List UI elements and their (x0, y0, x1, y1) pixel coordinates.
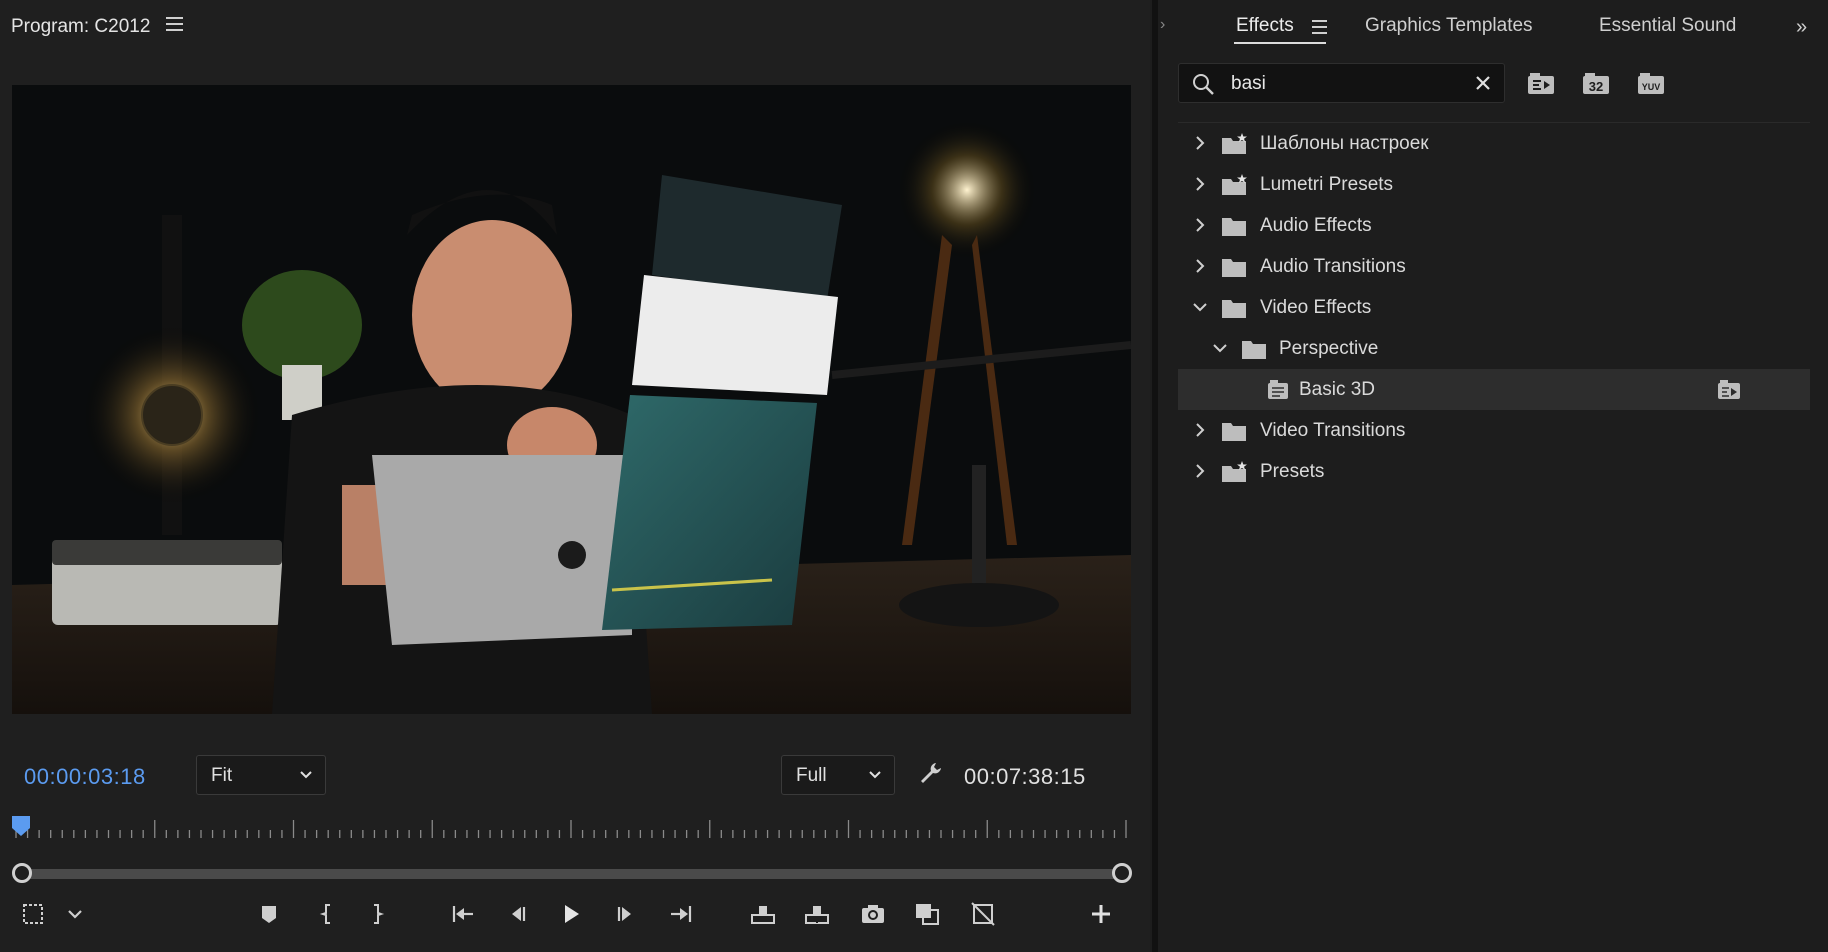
folder-icon (1222, 259, 1246, 277)
yuv-icon[interactable]: YUV (1636, 70, 1666, 98)
tab-effects[interactable]: Effects (1236, 15, 1294, 37)
tree-item-video-transitions[interactable]: Video Transitions (1178, 410, 1810, 451)
tree-item-basic-3d[interactable]: Basic 3D (1178, 369, 1810, 410)
effect-icon (1268, 380, 1288, 399)
scroll-start-handle[interactable] (12, 863, 32, 883)
export-frame-icon[interactable] (858, 899, 888, 929)
mark-out-icon[interactable] (362, 899, 392, 929)
preset-folder-icon (1222, 174, 1247, 195)
effects-panel: › Effects Graphics Templates Essential S… (1158, 0, 1828, 952)
zoom-level-value: Fit (211, 765, 233, 786)
hamburger-icon[interactable] (1312, 20, 1327, 34)
premiere-workspace: Program: C2012 00:00:03:18 Fit Full 00:0… (0, 0, 1828, 952)
chevron-right-icon[interactable] (1192, 422, 1208, 438)
folder-icon (1222, 218, 1246, 236)
tree-item-presets-ru[interactable]: Шаблоны настроек (1178, 123, 1810, 164)
32-bit-icon[interactable]: 32 (1581, 70, 1611, 98)
tree-item-label: Perspective (1279, 338, 1379, 359)
zoom-level-select[interactable]: Fit (196, 755, 326, 795)
play-icon[interactable] (556, 899, 586, 929)
go-to-out-icon[interactable] (666, 899, 696, 929)
clear-search-icon[interactable] (1474, 74, 1492, 92)
toggle-proxies-icon[interactable] (968, 899, 998, 929)
preset-folder-icon (1222, 461, 1247, 482)
tree-item-label: Video Transitions (1260, 420, 1406, 441)
folder-icon (1242, 341, 1266, 359)
tree-item-label: Audio Effects (1260, 215, 1372, 236)
scroll-end-handle[interactable] (1112, 863, 1132, 883)
chevron-right-icon[interactable] (1192, 463, 1208, 479)
mark-in-icon[interactable] (312, 899, 342, 929)
current-timecode[interactable]: 00:00:03:18 (24, 764, 146, 790)
zoom-scrollbar[interactable] (12, 863, 1134, 885)
scroll-track[interactable] (22, 869, 1122, 879)
chevron-down-icon (869, 771, 881, 779)
search-icon (1193, 74, 1214, 95)
video-frame-illustration (12, 85, 1131, 714)
step-back-icon[interactable] (503, 899, 533, 929)
tree-item-audio-transitions[interactable]: Audio Transitions (1178, 246, 1810, 287)
time-ruler[interactable] (12, 816, 1130, 842)
chevron-down-icon[interactable] (60, 899, 90, 929)
settings-icon[interactable] (18, 899, 48, 929)
collapsed-panel-edge[interactable]: › (1160, 16, 1165, 34)
tree-item-label: Шаблоны настроек (1260, 133, 1429, 154)
tree-item-label: Basic 3D (1299, 379, 1376, 400)
32-bit-label: 32 (1589, 79, 1603, 94)
tree-item-label: Lumetri Presets (1260, 174, 1394, 195)
folder-icon (1222, 300, 1246, 318)
effects-search[interactable] (1178, 63, 1505, 103)
effects-tree: Шаблоны настроек Lumetri Presets Audio E… (1178, 122, 1810, 942)
more-panels-icon[interactable]: » (1796, 16, 1807, 39)
accelerated-effects-icon[interactable] (1526, 70, 1556, 98)
accelerated-effect-badge-icon (1718, 380, 1740, 399)
chevron-right-icon[interactable] (1192, 217, 1208, 233)
transport-controls (0, 895, 1150, 935)
hamburger-icon[interactable] (166, 17, 183, 33)
tree-item-audio-effects[interactable]: Audio Effects (1178, 205, 1810, 246)
search-input[interactable] (1231, 71, 1451, 97)
tree-item-lumetri-presets[interactable]: Lumetri Presets (1178, 164, 1810, 205)
chevron-right-icon[interactable] (1192, 135, 1208, 151)
go-to-in-icon[interactable] (448, 899, 478, 929)
chevron-down-icon (300, 771, 312, 779)
comparison-view-icon[interactable] (912, 899, 942, 929)
tree-item-presets[interactable]: Presets (1178, 451, 1810, 492)
tab-graphics-templates[interactable]: Graphics Templates (1365, 15, 1533, 37)
tree-item-label: Video Effects (1260, 297, 1372, 318)
playback-resolution-select[interactable]: Full (781, 755, 895, 795)
playback-resolution-value: Full (796, 765, 827, 786)
chevron-right-icon[interactable] (1192, 258, 1208, 274)
step-forward-icon[interactable] (610, 899, 640, 929)
tree-item-label: Audio Transitions (1260, 256, 1406, 277)
extract-icon[interactable] (802, 899, 832, 929)
duration-timecode: 00:07:38:15 (964, 764, 1086, 789)
playhead-marker[interactable] (12, 816, 30, 836)
chevron-down-icon[interactable] (1212, 340, 1228, 356)
active-tab-indicator (1234, 42, 1326, 44)
video-preview[interactable] (12, 85, 1131, 714)
preset-folder-icon (1222, 133, 1247, 154)
tab-essential-sound[interactable]: Essential Sound (1599, 15, 1736, 37)
yuv-label: YUV (1642, 82, 1661, 92)
lift-icon[interactable] (748, 899, 778, 929)
folder-icon (1222, 423, 1246, 441)
chevron-right-icon[interactable] (1192, 176, 1208, 192)
program-monitor-header: Program: C2012 (0, 0, 1150, 54)
wrench-icon[interactable] (918, 760, 944, 786)
tree-item-video-effects[interactable]: Video Effects (1178, 287, 1810, 328)
add-button-icon[interactable] (1086, 899, 1116, 929)
add-marker-icon[interactable] (254, 899, 284, 929)
program-monitor-title[interactable]: Program: C2012 (11, 16, 150, 38)
tree-item-perspective[interactable]: Perspective (1178, 328, 1810, 369)
tree-item-label: Presets (1260, 461, 1325, 482)
chevron-down-icon[interactable] (1192, 299, 1208, 315)
program-monitor-panel: Program: C2012 00:00:03:18 Fit Full 00:0… (0, 0, 1150, 952)
